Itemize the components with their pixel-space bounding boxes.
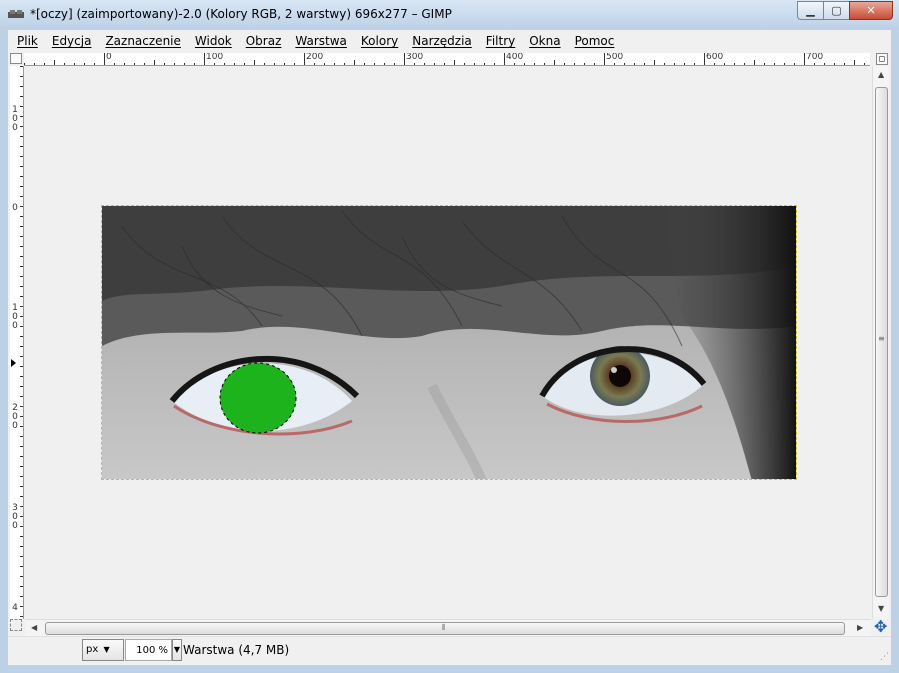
vruler-label: 100 (12, 105, 18, 133)
unit-selector[interactable]: px ▼ (82, 639, 124, 661)
hruler-label: 0 (106, 53, 112, 62)
quick-mask-icon[interactable] (10, 619, 22, 631)
scroll-down-icon[interactable]: ▼ (878, 604, 884, 613)
client-area: Plik Edycja Zaznaczenie Widok Obraz Wars… (8, 30, 891, 665)
layer-status: Warstwa (4,7 MB) (183, 643, 290, 657)
menu-obraz[interactable]: Obraz (239, 34, 289, 48)
maximize-button[interactable]: ▢ (823, 1, 849, 20)
chevron-down-icon: ▼ (103, 645, 110, 654)
app-icon (8, 10, 24, 18)
scroll-left-icon[interactable]: ◀ (31, 623, 37, 632)
resize-grip-icon[interactable]: ⋰ (880, 652, 889, 662)
hruler-label: 100 (206, 53, 224, 62)
menu-kolory[interactable]: Kolory (354, 34, 405, 48)
menu-widok[interactable]: Widok (188, 34, 239, 48)
navigate-icon[interactable]: ✥ (874, 617, 887, 636)
window-title: *[oczy] (zaimportowany)-2.0 (Kolory RGB,… (30, 7, 452, 21)
vertical-scroll-thumb[interactable]: ≡ (875, 87, 888, 597)
vruler-label: 0 (12, 203, 18, 213)
zoom-dropdown-icon[interactable]: ▼ (172, 639, 182, 661)
gimp-window: *[oczy] (zaimportowany)-2.0 (Kolory RGB,… (0, 0, 899, 673)
image-layer[interactable] (101, 205, 797, 480)
vertical-ruler: 100 0 100 200 300 4 (10, 66, 24, 619)
menu-warstwa[interactable]: Warstwa (288, 34, 354, 48)
scroll-right-icon[interactable]: ▶ (857, 623, 863, 632)
hruler-label: 500 (606, 53, 624, 62)
image-menu-button[interactable] (10, 53, 22, 64)
zoom-fit-icon[interactable]: ◻ (876, 53, 888, 65)
menu-edycja[interactable]: Edycja (45, 34, 99, 48)
menu-zaznaczenie[interactable]: Zaznaczenie (98, 34, 187, 48)
menu-pomoc[interactable]: Pomoc (568, 34, 622, 48)
vruler-label: 300 (12, 503, 18, 531)
horizontal-scroll-thumb[interactable]: ⦀ (45, 622, 845, 635)
scroll-up-icon[interactable]: ▲ (878, 70, 884, 79)
vruler-label: 100 (12, 303, 18, 331)
close-button[interactable]: ✕ (849, 1, 893, 20)
menu-okna[interactable]: Okna (522, 34, 567, 48)
vruler-pointer (11, 359, 16, 367)
minimize-button[interactable]: ▁ (797, 1, 823, 20)
hruler-label: 400 (506, 53, 524, 62)
green-selection (219, 362, 297, 434)
grip-icon: ⦀ (442, 623, 446, 632)
menu-narzedzia[interactable]: Narzędzia (405, 34, 479, 48)
vruler-label: 4 (12, 603, 18, 613)
zoom-input[interactable]: 100 % (125, 639, 172, 661)
window-controls: ▁ ▢ ✕ (797, 1, 893, 20)
menu-bar: Plik Edycja Zaznaczenie Widok Obraz Wars… (8, 30, 891, 52)
title-bar: *[oczy] (zaimportowany)-2.0 (Kolory RGB,… (0, 0, 899, 30)
grip-icon: ≡ (878, 334, 885, 343)
image-canvas[interactable] (25, 66, 871, 619)
vertical-scrollbar[interactable]: ▲ ≡ ▼ (872, 66, 889, 619)
eyes-photo (102, 206, 796, 479)
hruler-label: 600 (706, 53, 724, 62)
hruler-label: 200 (306, 53, 324, 62)
hruler-label: 700 (806, 53, 824, 62)
hruler-label: 300 (406, 53, 424, 62)
status-bar: px ▼ 100 % ▼ Warstwa (4,7 MB) ⋰ (8, 636, 891, 664)
horizontal-scrollbar[interactable]: ◀ ⦀ ▶ (25, 619, 871, 636)
unit-value: px (86, 644, 99, 655)
menu-filtry[interactable]: Filtry (479, 34, 522, 48)
menu-plik[interactable]: Plik (10, 34, 45, 48)
horizontal-ruler: 0 100 200 300 400 500 600 700 (24, 53, 870, 66)
vruler-label: 200 (12, 403, 18, 431)
